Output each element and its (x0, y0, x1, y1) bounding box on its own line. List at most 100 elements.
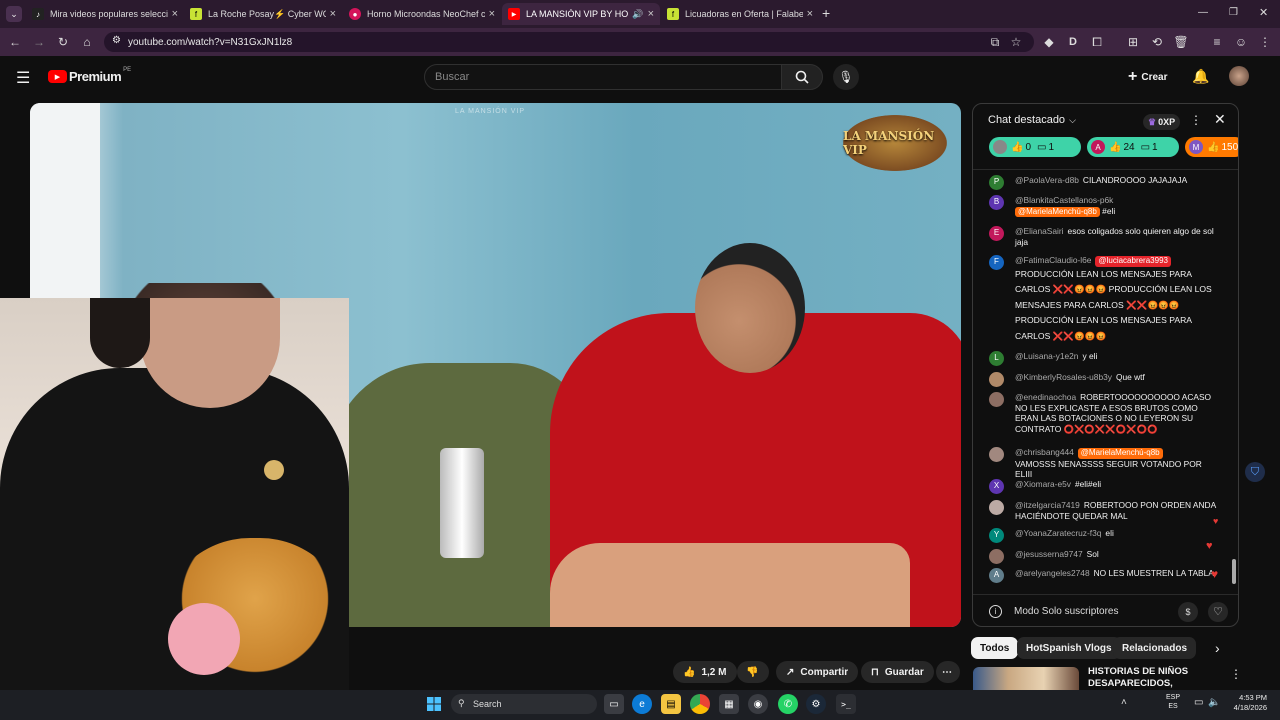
install-app-icon[interactable]: ⧉ (986, 33, 1004, 51)
network-icon[interactable]: ▭ (1194, 697, 1203, 708)
chat-message[interactable]: @enedinaochoa ROBERTOOOOOOOOOO ACASO NO L… (989, 392, 1221, 434)
taskbar-search[interactable]: ⚲ Search (451, 694, 597, 714)
calculator-icon[interactable]: ▦ (719, 694, 739, 714)
close-tab-icon[interactable]: × (648, 8, 654, 20)
chat-message[interactable]: @KimberlyRosales-u8b3y Que wtf (989, 372, 1221, 387)
chat-message[interactable]: F @FatimaClaudio-l6e @luciacabrera3993 PRO… (989, 255, 1221, 345)
chip-channel[interactable]: HotSpanish Vlogs (1017, 637, 1121, 659)
voice-search-button[interactable]: 🎙 (833, 64, 859, 90)
chat-message[interactable]: P @PaolaVera-d8b CILANDROOOO JAJAJAJA (989, 175, 1221, 190)
xp-badge[interactable]: ♛ 0XP (1143, 114, 1181, 130)
profile-avatar-icon[interactable]: ☺ (1232, 33, 1250, 51)
chat-message[interactable]: E @ElianaSairi esos coligados solo quiere… (989, 226, 1221, 247)
chat-message[interactable]: B @BlankitaCastellanos-p6k @MarielaMenchú… (989, 195, 1221, 218)
reading-list-icon[interactable]: ≡ (1208, 33, 1226, 51)
message-author[interactable]: @chrisbang444 (1015, 447, 1074, 457)
chat-message[interactable]: @chrisbang444 @MarielaMenchú-q8b VAMOSSS N… (989, 447, 1221, 480)
menu-icon[interactable]: ☰ (16, 68, 30, 88)
chat-poll-pill[interactable]: 👍 0 ▭ 1 (989, 137, 1081, 157)
site-info-icon[interactable]: ⚙ (112, 35, 121, 46)
clock[interactable]: 4:53 PM 4/18/2026 (1229, 693, 1267, 713)
message-author[interactable]: @FatimaClaudio-l6e (1015, 255, 1091, 265)
extension-d-icon[interactable]: D (1064, 33, 1082, 51)
super-chat-icon[interactable]: $ (1178, 601, 1198, 622)
message-author[interactable]: @YoanaZaratecruz-f3q (1015, 528, 1101, 538)
extension-icon[interactable]: ◆ (1040, 33, 1058, 51)
volume-icon[interactable]: 🔈 (1208, 697, 1220, 708)
search-button[interactable] (781, 64, 823, 90)
chat-poll-pill[interactable]: M 👍 150 (1185, 137, 1238, 157)
recommended-thumbnail[interactable] (973, 667, 1079, 690)
search-input[interactable]: Buscar (424, 64, 782, 90)
mention-chip[interactable]: @luciacabrera3993 (1095, 256, 1171, 267)
chrome-icon[interactable] (690, 694, 710, 714)
back-icon[interactable]: ← (6, 33, 24, 51)
language-indicator[interactable]: ESP ES (1166, 693, 1180, 711)
terminal-icon[interactable]: >_ (836, 694, 856, 714)
close-tab-icon[interactable]: × (172, 8, 178, 20)
close-tab-icon[interactable]: × (807, 8, 813, 20)
notification-app-icon[interactable]: ◉ (748, 694, 768, 714)
extensions-puzzle-icon[interactable]: ⧠ (1088, 33, 1106, 51)
browser-tab[interactable]: ♪ Mira videos populares seleccio × (26, 3, 184, 25)
address-bar[interactable]: ⚙ youtube.com/watch?v=N31GxJN1lz8 (104, 32, 1034, 52)
bookmark-star-icon[interactable]: ☆ (1007, 33, 1025, 51)
account-avatar[interactable] (1229, 66, 1249, 86)
tray-chevron-icon[interactable]: ˄ (1121, 697, 1127, 708)
history-icon[interactable]: ⟲ (1148, 33, 1166, 51)
recommended-more-icon[interactable]: ⋮ (1230, 667, 1242, 681)
message-author[interactable]: @enedinaochoa (1015, 392, 1076, 402)
close-tab-icon[interactable]: × (489, 8, 495, 20)
chat-more-icon[interactable]: ⋮ (1190, 113, 1202, 127)
shield-extension-icon[interactable]: ⛉ (1245, 462, 1265, 482)
chip-related[interactable]: Relacionados (1113, 637, 1197, 659)
chat-message[interactable]: L @Luisana-y1e2n y eli (989, 351, 1221, 366)
whatsapp-icon[interactable]: ✆ (778, 694, 798, 714)
chat-message[interactable]: A @arelyangeles2748 NO LES MUESTREN LA TA… (989, 568, 1221, 583)
chat-scrollbar[interactable] (1232, 559, 1236, 584)
mention-chip[interactable]: @MarielaMenchú-q8b (1077, 448, 1163, 459)
task-view-icon[interactable]: ▭ (604, 694, 624, 714)
message-author[interactable]: @PaolaVera-d8b (1015, 175, 1079, 185)
mention-chip[interactable]: @MarielaMenchú-q8b (1015, 206, 1100, 218)
browser-tab[interactable]: f La Roche Posay⚡ Cyber WOW × (184, 3, 342, 25)
reload-icon[interactable]: ↻ (54, 33, 72, 51)
steam-icon[interactable]: ⚙ (806, 694, 826, 714)
heart-icon[interactable]: ♡ (1208, 601, 1228, 622)
share-button[interactable]: ↗ Compartir (776, 661, 859, 683)
message-author[interactable]: @Luisana-y1e2n (1015, 351, 1078, 361)
message-author[interactable]: @BlankitaCastellanos-p6k (1015, 195, 1113, 205)
info-icon[interactable]: i (989, 605, 1002, 618)
chip-all[interactable]: Todos (971, 637, 1019, 659)
chips-next-icon[interactable]: › (1215, 640, 1220, 656)
create-button[interactable]: + Crear (1128, 68, 1167, 86)
close-tab-icon[interactable]: × (330, 8, 336, 20)
home-icon[interactable]: ⌂ (78, 33, 96, 51)
chat-mode-dropdown[interactable]: Chat destacado ⌵ (988, 114, 1076, 126)
message-author[interactable]: @itzelgarcia7419 (1015, 500, 1080, 510)
chat-poll-pill[interactable]: A 👍 24 ▭ 1 (1087, 137, 1179, 157)
close-window-button[interactable]: ✕ (1259, 6, 1268, 19)
speaker-icon[interactable]: 🔊 (632, 9, 643, 20)
new-tab-button[interactable]: + (822, 5, 830, 21)
youtube-logo[interactable]: ▶ Premium PE (48, 67, 131, 84)
tab-search-button[interactable]: ⌄ (6, 6, 22, 22)
message-author[interactable]: @jesusserna9747 (1015, 549, 1083, 559)
forward-icon[interactable]: → (30, 33, 48, 51)
windows-start-icon[interactable] (424, 694, 444, 714)
extension-icon[interactable]: ⊞ (1124, 33, 1142, 51)
browser-tab[interactable]: f Licuadoras en Oferta | Falabella × (661, 3, 819, 25)
more-actions-button[interactable]: ⋯ (936, 661, 960, 683)
message-author[interactable]: @ElianaSairi (1015, 226, 1064, 236)
chat-message[interactable]: @itzelgarcia7419 ROBERTOOO PON ORDEN ANDA… (989, 500, 1221, 521)
message-author[interactable]: @KimberlyRosales-u8b3y (1015, 372, 1112, 382)
browser-tab[interactable]: ● Horno Microondas NeoChef co × (343, 3, 501, 25)
recommended-title[interactable]: HISTORIAS DE NIÑOS DESAPARECIDOS, VOLVIE… (1088, 666, 1228, 690)
message-author[interactable]: @Xiomara-e5v (1015, 479, 1071, 489)
save-button[interactable]: ⊓ Guardar (861, 661, 934, 683)
chat-message[interactable]: @jesusserna9747 Sol (989, 549, 1221, 564)
notifications-bell-icon[interactable]: 🔔 (1192, 68, 1209, 85)
minimize-button[interactable]: — (1198, 7, 1208, 18)
edge-icon[interactable]: e (632, 694, 652, 714)
file-explorer-icon[interactable]: ▤ (661, 694, 681, 714)
